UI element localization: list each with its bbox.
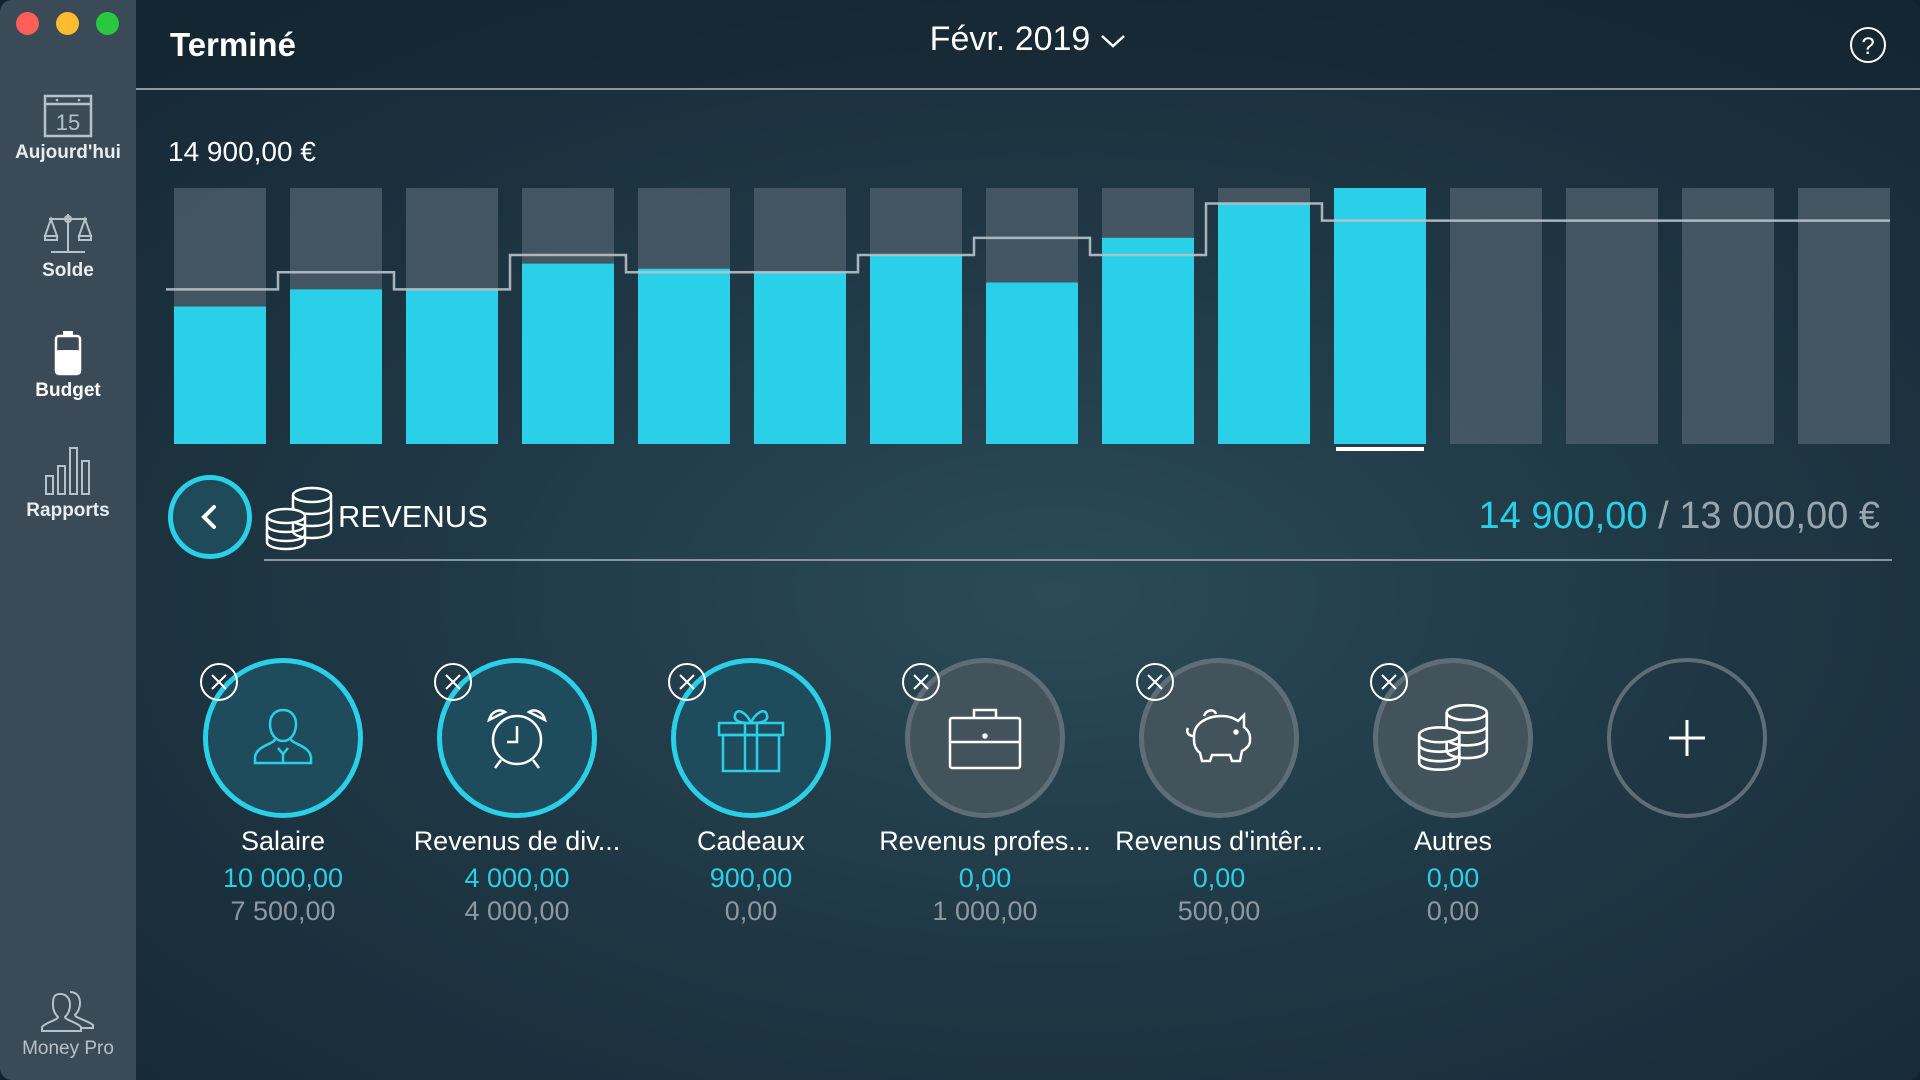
category-name: Cadeaux [696,826,806,856]
back-button[interactable] [168,475,252,559]
selected-month-indicator [1336,447,1424,451]
category-cadeaux[interactable]: Cadeaux 900,00 0,00 [634,658,868,927]
users-icon [41,991,94,1032]
bar-background[interactable]: Juin 2019 [1798,188,1890,444]
category-name: Salaire [240,826,326,856]
category-actual: 0,00 [1192,863,1246,893]
close-icon [1147,674,1163,690]
category-icon-button[interactable] [1136,658,1299,818]
category-actual: 4 000,00 [464,863,570,893]
category-budget: 7 500,00 [230,896,336,926]
bar-background[interactable]: Avr. 2019 [1566,188,1658,444]
close-icon [211,674,227,690]
category-budget: 0,00 [1426,896,1480,926]
category-revenus-dinterets[interactable]: Revenus d'intêr... 0,00 500,00 [1102,658,1336,927]
category-actual: 10 000,00 [222,863,344,893]
bar-actual[interactable] [522,263,614,444]
delete-category-button[interactable] [668,663,706,701]
section-divider [264,559,1892,561]
coins-icon [265,486,333,551]
alarm-clock-icon [487,709,547,769]
bar-actual[interactable] [870,255,962,444]
category-budget: 1 000,00 [932,896,1038,926]
delete-category-button[interactable] [434,663,472,701]
delete-category-button[interactable] [200,663,238,701]
bar-background[interactable]: Mai 2019 [1682,188,1774,444]
bar-actual[interactable] [754,272,846,444]
person-icon [253,708,313,765]
category-icon-button[interactable] [434,658,597,818]
chevron-left-icon [201,505,216,529]
briefcase-icon [948,708,1022,770]
piggy-bank-icon [1186,709,1252,763]
category-icon-button[interactable] [668,658,831,818]
bar-background[interactable]: Mars 2019 [1450,188,1542,444]
category-budget: 0,00 [724,896,778,926]
bar-actual[interactable] [1102,237,1194,444]
category-budget: 4 000,00 [464,896,570,926]
gift-icon [717,710,785,773]
bar-actual[interactable] [290,289,382,444]
bar-actual[interactable] [1334,188,1426,444]
budget-bar-chart: Avr. 2018Mai 2018Juin 2018Juil. 2018Août… [166,188,1890,451]
category-budget: 500,00 [1177,896,1261,926]
sidebar-item-label: Money Pro [22,1038,114,1059]
app-window: 15 Aujourd'hui Solde Budget Rapports Mon… [0,0,1920,1080]
bar-actual[interactable] [1218,203,1310,444]
plus-icon [1669,720,1705,756]
add-category-button[interactable] [1607,658,1767,818]
category-actual: 900,00 [709,863,793,893]
category-icon-button[interactable] [200,658,363,818]
section-budget-amount: 13 000,00 € [1679,495,1880,537]
bar-actual[interactable] [174,306,266,444]
category-revenus-de-dividendes[interactable]: Revenus de div... 4 000,00 4 000,00 [400,658,634,927]
delete-category-button[interactable] [1136,663,1174,701]
close-icon [913,674,929,690]
sidebar-item-label: Rapports [26,500,110,521]
close-icon [679,674,695,690]
category-name: Autres [1413,826,1493,856]
close-icon [445,674,461,690]
sidebar-footer-money-pro[interactable]: Money Pro [0,988,136,1060]
category-name: Revenus d'intêr... [1115,826,1323,856]
category-icon-button[interactable] [1370,658,1533,818]
close-icon [1381,674,1397,690]
section-amount: 14 900,00 / 13 000,00 € [1479,495,1881,538]
category-revenus-professionnels[interactable]: Revenus profes... 0,00 1 000,00 [868,658,1102,927]
category-name: Revenus profes... [879,826,1091,856]
category-name: Revenus de div... [413,826,621,856]
bar-actual[interactable] [986,282,1078,444]
section-header: REVENUS 14 900,00 / 13 000,00 € [168,475,1892,565]
delete-category-button[interactable] [902,663,940,701]
category-icon-button[interactable] [902,658,1065,818]
section-title: REVENUS [338,499,488,534]
bar-actual[interactable] [406,289,498,444]
section-separator: / [1647,495,1680,537]
add-category[interactable] [1570,658,1804,818]
bar-actual[interactable] [638,268,730,444]
category-actual: 0,00 [1426,863,1480,893]
category-salaire[interactable]: Salaire 10 000,00 7 500,00 [166,658,400,927]
delete-category-button[interactable] [1370,663,1408,701]
category-autres[interactable]: Autres 0,00 0,00 [1336,658,1570,927]
section-actual-amount: 14 900,00 [1478,495,1648,537]
coins-icon [1417,703,1489,772]
category-actual: 0,00 [958,863,1012,893]
